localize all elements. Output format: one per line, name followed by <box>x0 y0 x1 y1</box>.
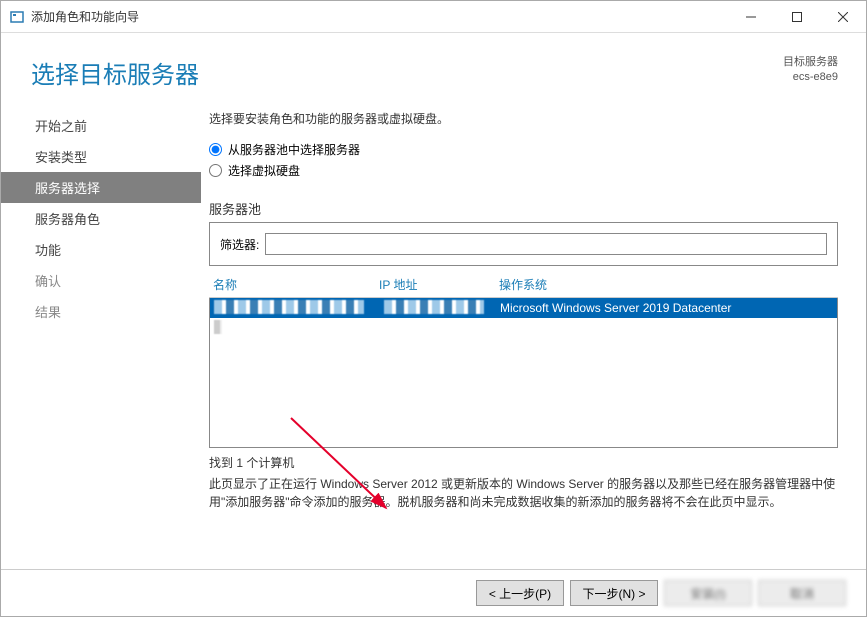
server-table-body: Microsoft Windows Server 2019 Datacenter <box>209 298 838 448</box>
main-panel: 选择要安装角色和功能的服务器或虚拟硬盘。 从服务器池中选择服务器 选择虚拟硬盘 … <box>201 98 866 569</box>
body-row: 开始之前 安装类型 服务器选择 服务器角色 功能 确认 结果 选择要安装角色和功… <box>1 98 866 569</box>
table-row[interactable]: Microsoft Windows Server 2019 Datacenter <box>210 298 837 318</box>
maximize-button[interactable] <box>774 1 820 32</box>
sidebar-item-features[interactable]: 功能 <box>1 234 201 265</box>
radio-vhd-input[interactable] <box>209 164 222 177</box>
cell-os: Microsoft Windows Server 2019 Datacenter <box>500 301 837 315</box>
filter-input[interactable] <box>265 233 827 255</box>
instruction-text: 选择要安装角色和功能的服务器或虚拟硬盘。 <box>209 110 838 127</box>
target-label: 目标服务器 <box>783 55 838 70</box>
wizard-sidebar: 开始之前 安装类型 服务器选择 服务器角色 功能 确认 结果 <box>1 98 201 569</box>
column-header-name[interactable]: 名称 <box>209 276 379 293</box>
sidebar-item-install-type[interactable]: 安装类型 <box>1 141 201 172</box>
filter-box: 筛选器: <box>209 222 838 266</box>
sidebar-item-confirm: 确认 <box>1 265 201 296</box>
install-button[interactable]: 安装(I) <box>664 580 752 606</box>
pool-label: 服务器池 <box>209 199 838 218</box>
table-header: 名称 IP 地址 操作系统 <box>209 270 838 298</box>
sidebar-item-server-roles[interactable]: 服务器角色 <box>1 203 201 234</box>
selection-radio-group: 从服务器池中选择服务器 选择虚拟硬盘 <box>209 141 838 183</box>
filter-label: 筛选器: <box>220 236 259 253</box>
target-name: ecs-e8e9 <box>783 70 838 85</box>
radio-server-pool-label: 从服务器池中选择服务器 <box>228 141 360 158</box>
radio-server-pool-input[interactable] <box>209 143 222 156</box>
count-label: 找到 1 个计算机 <box>209 454 838 471</box>
description-text: 此页显示了正在运行 Windows Server 2012 或更新版本的 Win… <box>209 475 838 511</box>
column-header-ip[interactable]: IP 地址 <box>379 276 499 293</box>
cell-name <box>210 300 380 317</box>
app-icon <box>9 9 25 25</box>
prev-button[interactable]: < 上一步(P) <box>476 580 564 606</box>
page-title: 选择目标服务器 <box>31 55 783 90</box>
radio-server-pool[interactable]: 从服务器池中选择服务器 <box>209 141 838 158</box>
window-controls <box>728 1 866 32</box>
column-header-os[interactable]: 操作系统 <box>499 276 838 293</box>
cell-ip <box>380 300 500 317</box>
next-button[interactable]: 下一步(N) > <box>570 580 658 606</box>
header-row: 选择目标服务器 目标服务器 ecs-e8e9 <box>1 33 866 98</box>
window-title: 添加角色和功能向导 <box>31 8 728 25</box>
radio-vhd-label: 选择虚拟硬盘 <box>228 162 300 179</box>
sidebar-item-server-selection[interactable]: 服务器选择 <box>1 172 201 203</box>
radio-vhd[interactable]: 选择虚拟硬盘 <box>209 162 838 179</box>
target-info: 目标服务器 ecs-e8e9 <box>783 55 838 86</box>
minimize-button[interactable] <box>728 1 774 32</box>
sidebar-item-results: 结果 <box>1 296 201 327</box>
sidebar-item-before-begin[interactable]: 开始之前 <box>1 110 201 141</box>
content-area: 选择目标服务器 目标服务器 ecs-e8e9 开始之前 安装类型 服务器选择 服… <box>1 33 866 616</box>
titlebar: 添加角色和功能向导 <box>1 1 866 33</box>
wizard-footer: < 上一步(P) 下一步(N) > 安装(I) 取消 <box>1 569 866 616</box>
filter-row: 筛选器: <box>220 233 827 255</box>
redacted-row <box>214 320 222 334</box>
close-button[interactable] <box>820 1 866 32</box>
cancel-button[interactable]: 取消 <box>758 580 846 606</box>
wizard-window: 添加角色和功能向导 选择目标服务器 目标服务器 ecs-e8e9 <box>0 0 867 617</box>
